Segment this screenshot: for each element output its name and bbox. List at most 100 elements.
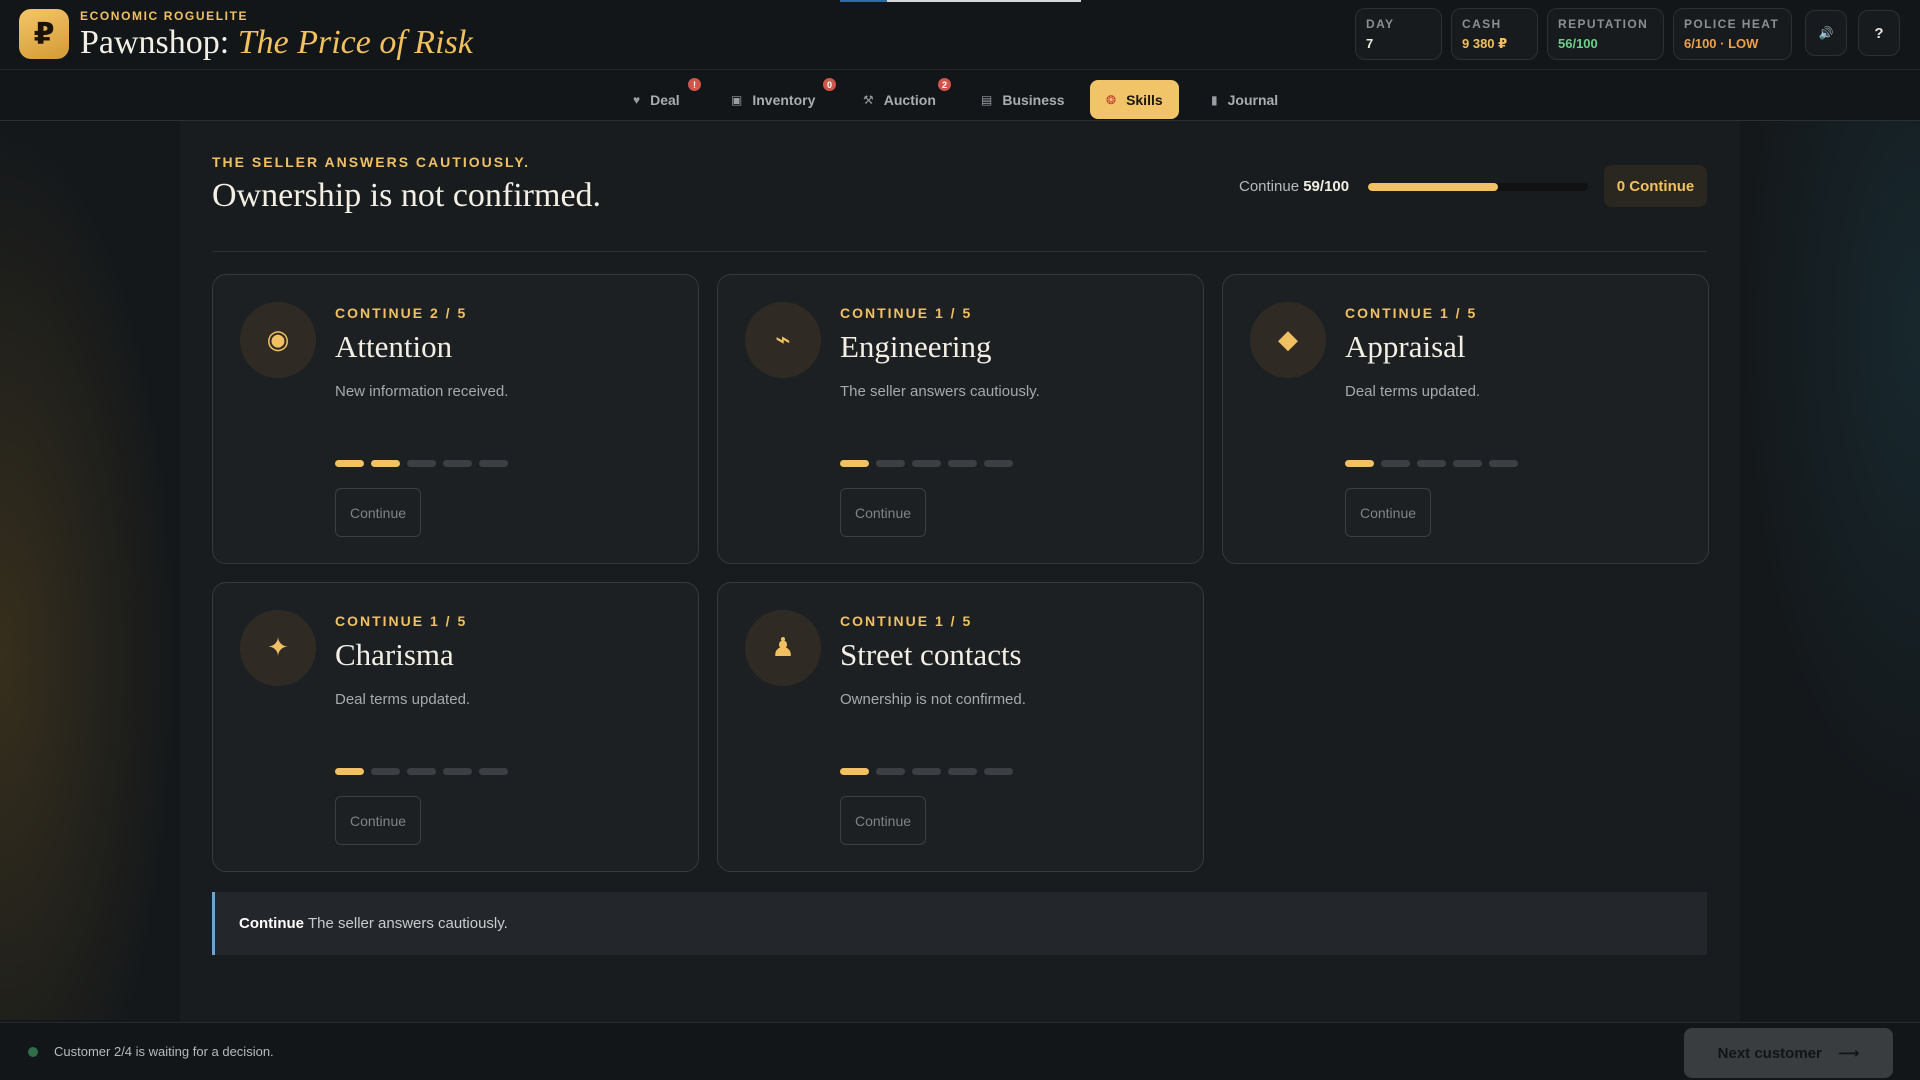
question-icon: ? (1874, 24, 1884, 42)
log-text: The seller answers cautiously. (308, 915, 508, 932)
level-pip (1417, 460, 1446, 467)
progress-fill (1368, 183, 1498, 191)
skill-card: ◆ CONTINUE 1 / 5 Appraisal Deal terms updat… (1222, 274, 1709, 564)
progress-bar (1368, 183, 1588, 191)
event-log: Continue The seller answers cautiously. (212, 892, 1707, 955)
main-nav: ♥ Deal ! ▣ Inventory 0 ⚒ Auction 2 ▤ Bus… (0, 70, 1920, 121)
sound-toggle-button[interactable]: 🔊 (1805, 10, 1847, 56)
top-bar: ₽ ECONOMIC ROGUELITE Pawnshop: The Price… (0, 0, 1920, 70)
stat-reputation: REPUTATION 56/100 (1547, 8, 1664, 60)
wrench-icon: ⌁ (745, 302, 821, 378)
tab-deal[interactable]: ♥ Deal ! (633, 78, 701, 119)
stats-group: DAY 7 CASH 9 380 ₽ REPUTATION 56/100 POL… (1355, 8, 1792, 60)
eye-target-icon: ◉ (240, 302, 316, 378)
level-pip (840, 768, 869, 775)
tab-label: Skills (1126, 91, 1163, 108)
divider (212, 251, 1707, 252)
gavel-icon: ⚒ (863, 92, 874, 107)
skill-upgrade-button[interactable]: Continue (1345, 488, 1431, 537)
stat-police-heat: POLICE HEAT 6/100 · LOW (1673, 8, 1792, 60)
level-pip (912, 768, 941, 775)
skill-name: Street contacts (840, 637, 1022, 672)
skill-level-pips (335, 460, 508, 467)
skill-upgrade-button[interactable]: Continue (335, 796, 421, 845)
next-customer-label: Next customer (1717, 1044, 1822, 1062)
tab-journal[interactable]: ▮ Journal (1211, 80, 1278, 119)
stat-day: DAY 7 (1355, 8, 1442, 60)
tab-label: Inventory (752, 91, 816, 108)
stat-cash: CASH 9 380 ₽ (1451, 8, 1538, 60)
level-pip (840, 460, 869, 467)
skill-upgrade-button[interactable]: Continue (840, 488, 926, 537)
skill-level-pips (1345, 460, 1518, 467)
section-title: Ownership is not confirmed. (212, 177, 602, 214)
skill-name: Engineering (840, 329, 992, 364)
notification-badge: 2 (938, 78, 951, 91)
level-pip (407, 768, 436, 775)
app-title-subtitle: The Price of Risk (237, 24, 473, 61)
tab-business[interactable]: ▤ Business (981, 80, 1065, 119)
level-pip (984, 460, 1013, 467)
skill-card: ♟ CONTINUE 1 / 5 Street contacts Ownership … (717, 582, 1204, 872)
status-text: Customer 2/4 is waiting for a decision. (54, 1044, 274, 1059)
level-pip (335, 768, 364, 775)
level-pip (1345, 460, 1374, 467)
level-pip (1489, 460, 1518, 467)
skill-upgrade-button[interactable]: Continue (840, 796, 926, 845)
skill-name: Attention (335, 329, 453, 364)
skill-upgrade-button[interactable]: Continue (335, 488, 421, 537)
stat-value: 56/100 (1558, 36, 1598, 51)
tab-label: Auction (883, 91, 936, 108)
tab-inventory[interactable]: ▣ Inventory 0 (731, 78, 836, 119)
stat-label: REPUTATION (1558, 17, 1649, 31)
brain-icon: ❂ (1106, 92, 1117, 107)
level-pip (371, 768, 400, 775)
level-pip (443, 460, 472, 467)
stat-label: DAY (1366, 17, 1395, 31)
help-button[interactable]: ? (1858, 10, 1900, 56)
tab-auction[interactable]: ⚒ Auction 2 (863, 78, 951, 119)
tab-skills[interactable]: ❂ Skills (1090, 80, 1179, 119)
briefcase-icon: ▤ (981, 92, 993, 107)
level-pip (443, 768, 472, 775)
notification-badge: 0 (823, 78, 836, 91)
level-pip (1381, 460, 1410, 467)
skill-description: Deal terms updated. (1345, 383, 1481, 400)
skill-level: CONTINUE 1 / 5 (840, 613, 973, 629)
skill-description: Deal terms updated. (335, 691, 471, 708)
skill-description: New information received. (335, 383, 509, 400)
loading-progress-bar (840, 0, 1081, 2)
skill-level: CONTINUE 2 / 5 (335, 305, 468, 321)
box-icon: ▣ (731, 92, 743, 107)
next-customer-button[interactable]: Next customer ⟶ (1684, 1028, 1893, 1078)
progress-label-text: Continue (1239, 178, 1300, 195)
sparkle-icon: ✦ (240, 610, 316, 686)
stat-value: 9 380 ₽ (1462, 36, 1508, 51)
level-pip (984, 768, 1013, 775)
skill-points-button[interactable]: 0 Continue (1604, 165, 1707, 207)
skill-name: Charisma (335, 637, 454, 672)
background-glow-left (0, 120, 180, 1020)
status-bar: Customer 2/4 is waiting for a decision. … (0, 1022, 1920, 1080)
skill-level-pips (335, 768, 508, 775)
background-glow-right (1740, 120, 1920, 820)
speaker-icon: 🔊 (1818, 26, 1834, 40)
app-eyebrow: ECONOMIC ROGUELITE (80, 9, 249, 23)
skill-level: CONTINUE 1 / 5 (840, 305, 973, 321)
progress-value: 59/100 (1303, 178, 1350, 195)
book-icon: ▮ (1211, 92, 1218, 107)
stat-value: 7 (1366, 36, 1374, 51)
skill-level-pips (840, 460, 1013, 467)
heart-icon: ♥ (633, 92, 641, 107)
ruble-logo-icon: ₽ (19, 9, 69, 59)
level-pip (912, 460, 941, 467)
stat-value: 6/100 · LOW (1684, 36, 1759, 51)
skill-description: Ownership is not confirmed. (840, 691, 1026, 708)
app-title-main: Pawnshop: (80, 24, 230, 61)
stat-label: POLICE HEAT (1684, 17, 1780, 31)
diamond-icon: ◆ (1250, 302, 1326, 378)
level-pip (876, 768, 905, 775)
level-pip (1453, 460, 1482, 467)
level-pip (371, 460, 400, 467)
skill-level: CONTINUE 1 / 5 (1345, 305, 1478, 321)
